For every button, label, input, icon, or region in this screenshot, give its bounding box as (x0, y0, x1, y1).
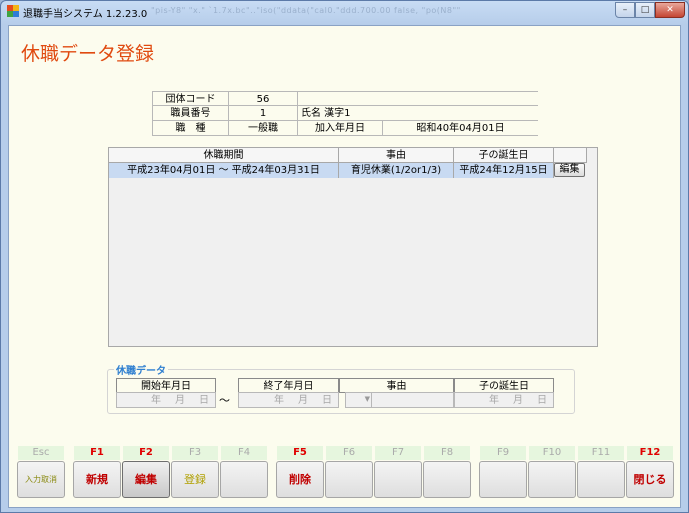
join-date-label: 加入年月日 (297, 121, 383, 136)
edit-button[interactable]: 編集 (122, 461, 170, 498)
col-header-period[interactable]: 休職期間 (109, 148, 339, 163)
org-code-label: 団体コード (152, 91, 229, 106)
table-row[interactable]: 平成23年04月01日 ～ 平成24年03月31日 育児休業(1/2or1/3)… (109, 163, 554, 178)
row-edit-button[interactable]: 編集 (554, 163, 585, 177)
org-name-value (297, 91, 538, 106)
cell-reason: 育児休業(1/2or1/3) (339, 163, 454, 178)
f6-button[interactable] (325, 461, 373, 498)
new-button[interactable]: 新規 (73, 461, 121, 498)
delete-button[interactable]: 削除 (276, 461, 324, 498)
employee-info: 団体コード 56 職員番号 1 氏名 漢字1 職 種 一般職 加入年月日 昭和4… (152, 91, 538, 137)
cell-period: 平成23年04月01日 ～ 平成24年03月31日 (109, 163, 339, 178)
cell-birth: 平成24年12月15日 (454, 163, 554, 178)
fkey-label-f7: F7 (375, 446, 421, 460)
fkey-label-f6: F6 (326, 446, 372, 460)
reason-combo[interactable]: ▼ (345, 392, 373, 408)
fkey-label-f1: F1 (74, 446, 120, 460)
employee-name: 氏名 漢字1 (297, 106, 538, 121)
reason-label: 事由 (339, 378, 454, 393)
reason-text (371, 392, 454, 408)
close-button[interactable]: 閉じる (626, 461, 674, 498)
fkey-label-f12: F12 (627, 446, 673, 460)
cancel-input-button[interactable]: 入力取消 (17, 461, 65, 498)
close-window-button[interactable]: ✕ (655, 2, 685, 18)
col-header-action (554, 148, 587, 163)
app-window: 退職手当システム 1.2.23.0 "pis-Y8" "x." `1.7x.bc… (0, 0, 689, 513)
group-title: 休職データ (114, 362, 168, 377)
minimize-button[interactable]: – (615, 2, 635, 18)
fkey-label-f2: F2 (123, 446, 169, 460)
emp-no-label: 職員番号 (152, 106, 229, 121)
job-type-value: 一般職 (229, 121, 297, 136)
org-code-value: 56 (229, 91, 297, 106)
title-ghost-text: "pis-Y8" "x." `1.7x.bc".."iso("ddata("ca… (151, 6, 461, 15)
start-date-label: 開始年月日 (116, 378, 216, 393)
f8-button[interactable] (423, 461, 471, 498)
leave-records-grid[interactable]: 休職期間 事由 子の誕生日 平成23年04月01日 ～ 平成24年03月31日 … (108, 147, 598, 347)
fkey-label-f9: F9 (480, 446, 526, 460)
f4-button[interactable] (220, 461, 268, 498)
col-header-birth[interactable]: 子の誕生日 (454, 148, 554, 163)
emp-no-value: 1 (229, 106, 297, 121)
start-date-input[interactable]: 年 月 日 (116, 392, 216, 408)
col-header-reason[interactable]: 事由 (339, 148, 454, 163)
chevron-down-icon: ▼ (364, 395, 370, 403)
f10-button[interactable] (528, 461, 576, 498)
leave-data-group: 休職データ 開始年月日 終了年月日 事由 子の誕生日 年 月 日 ～ 年 月 日… (107, 362, 575, 414)
fkey-label-f5: F5 (277, 446, 323, 460)
title-bar[interactable]: 退職手当システム 1.2.23.0 "pis-Y8" "x." `1.7x.bc… (1, 1, 688, 23)
end-date-input[interactable]: 年 月 日 (238, 392, 339, 408)
f7-button[interactable] (374, 461, 422, 498)
birth-date-input[interactable]: 年 月 日 (454, 392, 554, 408)
fkey-label-f4: F4 (221, 446, 267, 460)
page-title: 休職データ登録 (21, 43, 155, 65)
fkey-label-f10: F10 (529, 446, 575, 460)
birth-date-label: 子の誕生日 (454, 378, 554, 393)
end-date-label: 終了年月日 (238, 378, 339, 393)
register-button[interactable]: 登録 (171, 461, 219, 498)
join-date-value: 昭和40年04月01日 (383, 121, 538, 136)
job-type-label: 職 種 (152, 121, 229, 136)
fkey-label-esc: Esc (18, 446, 64, 460)
f9-button[interactable] (479, 461, 527, 498)
f11-button[interactable] (577, 461, 625, 498)
fkey-label-f11: F11 (578, 446, 624, 460)
range-tilde: ～ (219, 394, 230, 407)
maximize-button[interactable]: □ (635, 2, 655, 18)
app-icon (7, 5, 19, 17)
client-area: 休職データ登録 団体コード 56 職員番号 1 氏名 漢字1 職 種 一般職 加… (8, 25, 681, 508)
fkey-label-f3: F3 (172, 446, 218, 460)
fkey-label-f8: F8 (424, 446, 470, 460)
window-title: 退職手当システム 1.2.23.0 (23, 9, 148, 20)
